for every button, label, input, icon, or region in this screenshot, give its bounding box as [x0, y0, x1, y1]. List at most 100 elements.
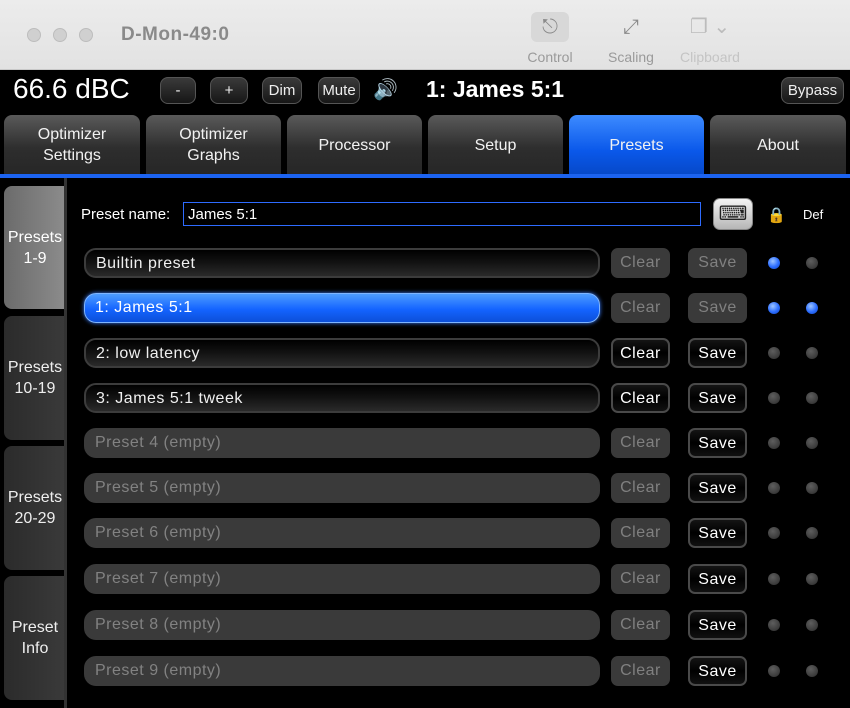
clear-preset-button[interactable]: Clear: [611, 518, 670, 548]
lock-indicator[interactable]: [768, 302, 780, 314]
side-tab-preset-info[interactable]: Preset Info: [4, 576, 66, 700]
save-preset-button[interactable]: Save: [688, 338, 747, 368]
keyboard-icon[interactable]: ⌨: [713, 198, 753, 230]
preset-side-tabs: Presets 1-9 Presets 10-19 Presets 20-29 Pre…: [0, 178, 66, 708]
side-tab-presets-1-9[interactable]: Presets 1-9: [4, 186, 66, 309]
side-tab-label: Presets: [7, 359, 63, 376]
lock-indicator[interactable]: [768, 437, 780, 449]
preset-slot-button[interactable]: 1: James 5:1: [84, 293, 600, 323]
side-tab-label: Presets: [7, 228, 63, 246]
status-bar: 66.6 dBC - + Dim Mute 🔊 1: James 5:1 Byp…: [0, 70, 850, 110]
lock-indicator[interactable]: [768, 347, 780, 359]
clipboard-label: Clipboard: [680, 49, 740, 65]
side-tab-presets-10-19[interactable]: Presets 10-19: [4, 316, 66, 440]
close-window-button[interactable]: [27, 28, 41, 42]
preset-slot-button[interactable]: 3: James 5:1 tweek: [84, 383, 600, 413]
save-preset-button[interactable]: Save: [688, 293, 747, 323]
tab-label: Processor: [318, 136, 391, 154]
title-bar: D-Mon-49:0 ⎋ Control ⤢ Scaling ❐ ⌄ Clipb…: [0, 0, 850, 70]
clear-preset-button[interactable]: Clear: [611, 428, 670, 458]
preset-slot-button[interactable]: Preset 5 (empty): [84, 473, 600, 503]
preset-slot-button[interactable]: Preset 4 (empty): [84, 428, 600, 458]
default-indicator[interactable]: [806, 437, 818, 449]
preset-row: 3: James 5:1 tweek Clear Save: [67, 383, 850, 417]
save-preset-button[interactable]: Save: [688, 383, 747, 413]
clear-preset-button[interactable]: Clear: [611, 610, 670, 640]
save-preset-button[interactable]: Save: [688, 610, 747, 640]
save-preset-button[interactable]: Save: [688, 564, 747, 594]
bypass-button[interactable]: Bypass: [781, 77, 844, 104]
lock-indicator[interactable]: [768, 619, 780, 631]
minimize-window-button[interactable]: [53, 28, 67, 42]
zoom-window-button[interactable]: [79, 28, 93, 42]
volume-up-button[interactable]: +: [210, 77, 248, 104]
main-tabs: Optimizer Settings Optimizer Graphs Proces…: [0, 110, 850, 176]
save-preset-button[interactable]: Save: [688, 473, 747, 503]
dim-button[interactable]: Dim: [262, 77, 302, 104]
tab-about[interactable]: About: [710, 115, 846, 175]
clear-preset-button[interactable]: Clear: [611, 656, 670, 686]
clear-preset-button[interactable]: Clear: [611, 473, 670, 503]
lock-indicator[interactable]: [768, 482, 780, 494]
save-preset-button[interactable]: Save: [688, 518, 747, 548]
tab-optimizer-settings[interactable]: Optimizer Settings: [4, 115, 140, 175]
preset-slot-button[interactable]: Preset 9 (empty): [84, 656, 600, 686]
preset-slot-button[interactable]: Preset 6 (empty): [84, 518, 600, 548]
clear-preset-button[interactable]: Clear: [611, 293, 670, 323]
tab-label: Optimizer: [179, 126, 248, 143]
preset-row: Preset 8 (empty) Clear Save: [67, 610, 850, 644]
volume-down-button[interactable]: -: [160, 77, 196, 104]
preset-slot-button[interactable]: 2: low latency: [84, 338, 600, 368]
app-window: D-Mon-49:0 ⎋ Control ⤢ Scaling ❐ ⌄ Clipb…: [0, 0, 850, 708]
clear-preset-button[interactable]: Clear: [611, 564, 670, 594]
scaling-tool-button[interactable]: ⤢ Scaling: [600, 12, 662, 65]
default-indicator[interactable]: [806, 347, 818, 359]
save-preset-button[interactable]: Save: [688, 656, 747, 686]
save-preset-button[interactable]: Save: [688, 428, 747, 458]
tab-optimizer-graphs[interactable]: Optimizer Graphs: [146, 115, 281, 175]
preset-row: 2: low latency Clear Save: [67, 338, 850, 372]
default-indicator[interactable]: [806, 527, 818, 539]
preset-row: Preset 6 (empty) Clear Save: [67, 518, 850, 552]
preset-slot-button[interactable]: Builtin preset: [84, 248, 600, 278]
preset-name-input[interactable]: [183, 202, 701, 226]
tab-label: Settings: [43, 147, 101, 164]
preset-row: 1: James 5:1 Clear Save: [67, 293, 850, 327]
default-indicator[interactable]: [806, 665, 818, 677]
tab-label: Presets: [609, 136, 664, 154]
lock-indicator[interactable]: [768, 392, 780, 404]
preset-row: Preset 5 (empty) Clear Save: [67, 473, 850, 507]
clipboard-tool-button[interactable]: ❐ ⌄ Clipboard: [670, 12, 750, 65]
lock-indicator[interactable]: [768, 527, 780, 539]
clear-preset-button[interactable]: Clear: [611, 338, 670, 368]
pointer-icon: ⎋: [531, 12, 569, 42]
save-preset-button[interactable]: Save: [688, 248, 747, 278]
preset-slot-button[interactable]: Preset 8 (empty): [84, 610, 600, 640]
default-indicator[interactable]: [806, 573, 818, 585]
scale-arrows-icon: ⤢: [623, 16, 639, 38]
current-preset-label: 1: James 5:1: [426, 76, 565, 102]
spl-level-readout: 66.6 dBC: [13, 73, 130, 104]
preset-row: Preset 7 (empty) Clear Save: [67, 564, 850, 598]
lock-indicator[interactable]: [768, 257, 780, 269]
tab-presets[interactable]: Presets: [569, 115, 704, 175]
default-indicator[interactable]: [806, 392, 818, 404]
lock-indicator[interactable]: [768, 573, 780, 585]
preset-slot-button[interactable]: Preset 7 (empty): [84, 564, 600, 594]
tab-processor[interactable]: Processor: [287, 115, 422, 175]
default-indicator[interactable]: [806, 482, 818, 494]
side-tab-presets-20-29[interactable]: Presets 20-29: [4, 446, 66, 570]
clear-preset-button[interactable]: Clear: [611, 248, 670, 278]
default-indicator[interactable]: [806, 302, 818, 314]
tab-setup[interactable]: Setup: [428, 115, 563, 175]
lock-indicator[interactable]: [768, 665, 780, 677]
tab-label: Graphs: [187, 147, 240, 164]
speaker-icon[interactable]: 🔊: [373, 77, 398, 102]
clear-preset-button[interactable]: Clear: [611, 383, 670, 413]
control-tool-button[interactable]: ⎋ Control: [509, 12, 591, 65]
tab-label: Optimizer: [37, 126, 107, 143]
default-indicator[interactable]: [806, 619, 818, 631]
default-indicator[interactable]: [806, 257, 818, 269]
mute-button[interactable]: Mute: [318, 77, 360, 104]
preset-name-label: Preset name:: [81, 206, 171, 223]
